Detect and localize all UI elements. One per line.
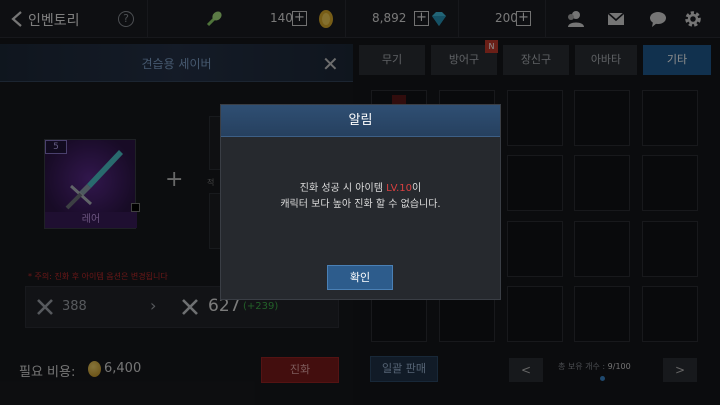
- dialog-message-text: 이: [412, 183, 422, 194]
- dialog-message-text: 캐릭터 보다 높아 진화 할 수 없습니다.: [280, 199, 441, 210]
- required-level: LV.10: [386, 183, 413, 194]
- dialog-message-text: 진화 성공 시 아이템: [299, 183, 387, 194]
- alert-dialog: 알림 진화 성공 시 아이템 LV.10이 캐릭터 보다 높아 진화 할 수 없…: [220, 104, 501, 300]
- confirm-button[interactable]: 확인: [327, 265, 393, 290]
- dialog-message: 진화 성공 시 아이템 LV.10이 캐릭터 보다 높아 진화 할 수 없습니다…: [221, 181, 500, 213]
- dialog-title: 알림: [221, 105, 500, 137]
